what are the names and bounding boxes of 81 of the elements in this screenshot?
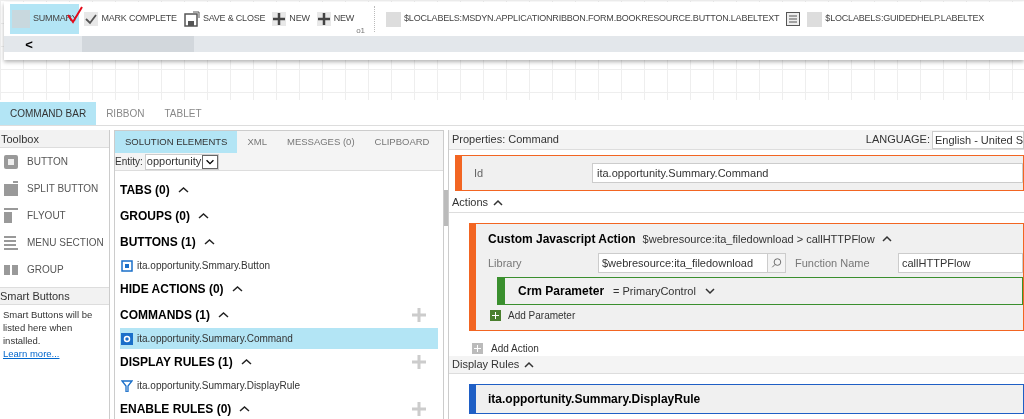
entity-dropdown[interactable]: opportunity [144,153,220,170]
display-rule-title: ita.opportunity.Summary.DisplayRule [488,391,701,408]
collapse-icon[interactable] [231,285,243,293]
entity-label: Entity: [115,155,143,169]
collapse-icon[interactable] [240,358,252,366]
id-field[interactable]: ita.opportunity.Summary.Command [592,163,1023,183]
section-title: Display Rules [452,357,520,373]
toolbar-button[interactable]: NEW [270,4,312,34]
function-name-field[interactable]: callHTTPFlow [898,253,1023,273]
collapse-icon[interactable] [239,405,251,413]
section-title: Actions [452,195,489,211]
tab[interactable]: COMMAND BAR [0,102,97,125]
tree-item[interactable]: ita.opportunity.Summary.Command [120,328,438,349]
search-icon[interactable] [767,254,785,272]
tab[interactable]: XML [237,131,277,153]
toolbox-item[interactable]: MENU SECTION [0,229,109,256]
plus-icon [272,12,287,26]
toolbox-item[interactable]: GROUP [0,256,109,283]
section-header[interactable]: ENABLE RULES (0) [120,396,438,419]
button-shape-icon [3,153,19,170]
add-action-link[interactable]: Add Action [491,341,539,356]
action-detail: $webresource:ita_filedownload > callHTTPFlow [642,231,875,247]
tree-item[interactable]: ita.opportunity.Summary.DisplayRule [120,375,438,396]
collapse-icon[interactable] [493,198,504,207]
placeholder-icon [807,11,823,27]
expand-icon[interactable] [704,287,715,295]
split-shape-icon [3,180,19,197]
collapse-icon[interactable] [198,212,209,220]
button-icon [121,259,133,272]
tab[interactable]: RIBBON [96,102,155,125]
collapse-icon[interactable] [218,311,229,319]
command-icon [121,332,133,345]
section-header[interactable]: HIDE ACTIONS (0) [120,276,438,302]
collapse-icon[interactable] [524,360,535,369]
panel-title: Smart Buttons [0,287,109,305]
field-label: Function Name [794,255,871,271]
rule-icon [121,379,133,392]
action-title: Custom Javascript Action [488,231,636,248]
collapse-icon[interactable] [203,238,215,246]
parameter-title: Crm Parameter [518,283,605,300]
smart-buttons-text: Smart Buttons will be listed here when installed. [3,308,94,347]
panel-title: Properties: Command [452,132,559,148]
section-header[interactable]: TABS (0) [120,177,438,203]
note-label: o1 [356,27,366,35]
language-label: LANGUAGE: [865,132,930,148]
menu-shape-icon [3,234,19,251]
toolbar-button[interactable]: MARK COMPLETE [82,4,179,34]
section-header[interactable]: BUTTONS (1) [120,229,438,255]
toolbar-button[interactable]: NEW [314,4,357,34]
collapse-icon[interactable] [881,235,892,243]
placeholder-icon [386,11,402,27]
section-header[interactable]: DISPLAY RULES (1) [120,349,438,375]
learn-more-link[interactable]: Learn more... [3,348,60,359]
language-dropdown[interactable]: English - United S [932,130,1024,149]
library-field[interactable]: $webresource:ita_filedownload [598,253,786,273]
tab[interactable]: MESSAGES (0) [276,131,365,153]
tab[interactable]: TABLET [154,102,212,125]
scroll-left-button[interactable]: < [18,37,40,51]
flyout-shape-icon [3,207,19,224]
toolbar-button[interactable]: SAVE & CLOSE [181,4,268,34]
parameter-value: = PrimaryControl [613,283,696,299]
field-label: Library [488,255,523,271]
plus-icon [316,12,331,26]
tab[interactable]: CLIPBOARD [364,131,440,153]
toolbox-item[interactable]: SPLIT BUTTON [0,175,109,202]
tree-item[interactable]: ita.opportunity.Smmary.Button [120,255,438,276]
toolbox-item[interactable]: BUTTON [0,148,109,175]
toolbox-item[interactable]: FLYOUT [0,202,109,229]
section-header[interactable]: GROUPS (0) [120,203,438,229]
toolbar-button[interactable]: $LOCLABELS:MSDYN.APPLICATIONRIBBON.FORM.BOOKRESOURCE.BUTTON.LABELTEXT [384,4,782,34]
form-icon [786,12,801,26]
scrollbar-thumb[interactable] [82,36,194,52]
chevron-down-icon [202,154,219,169]
add-parameter-link[interactable]: Add Parameter [508,308,576,323]
collapse-icon[interactable] [177,186,189,194]
panel-title: Toolbox [0,130,109,148]
toolbar-button[interactable]: $LOCLABELS:GUIDEDHELP.LABELTEX [805,4,987,34]
field-label: Id [473,165,485,181]
check-icon [84,12,99,26]
tab[interactable]: SOLUTION ELEMENTS [115,131,238,153]
section-header[interactable]: COMMANDS (1) [120,302,438,328]
